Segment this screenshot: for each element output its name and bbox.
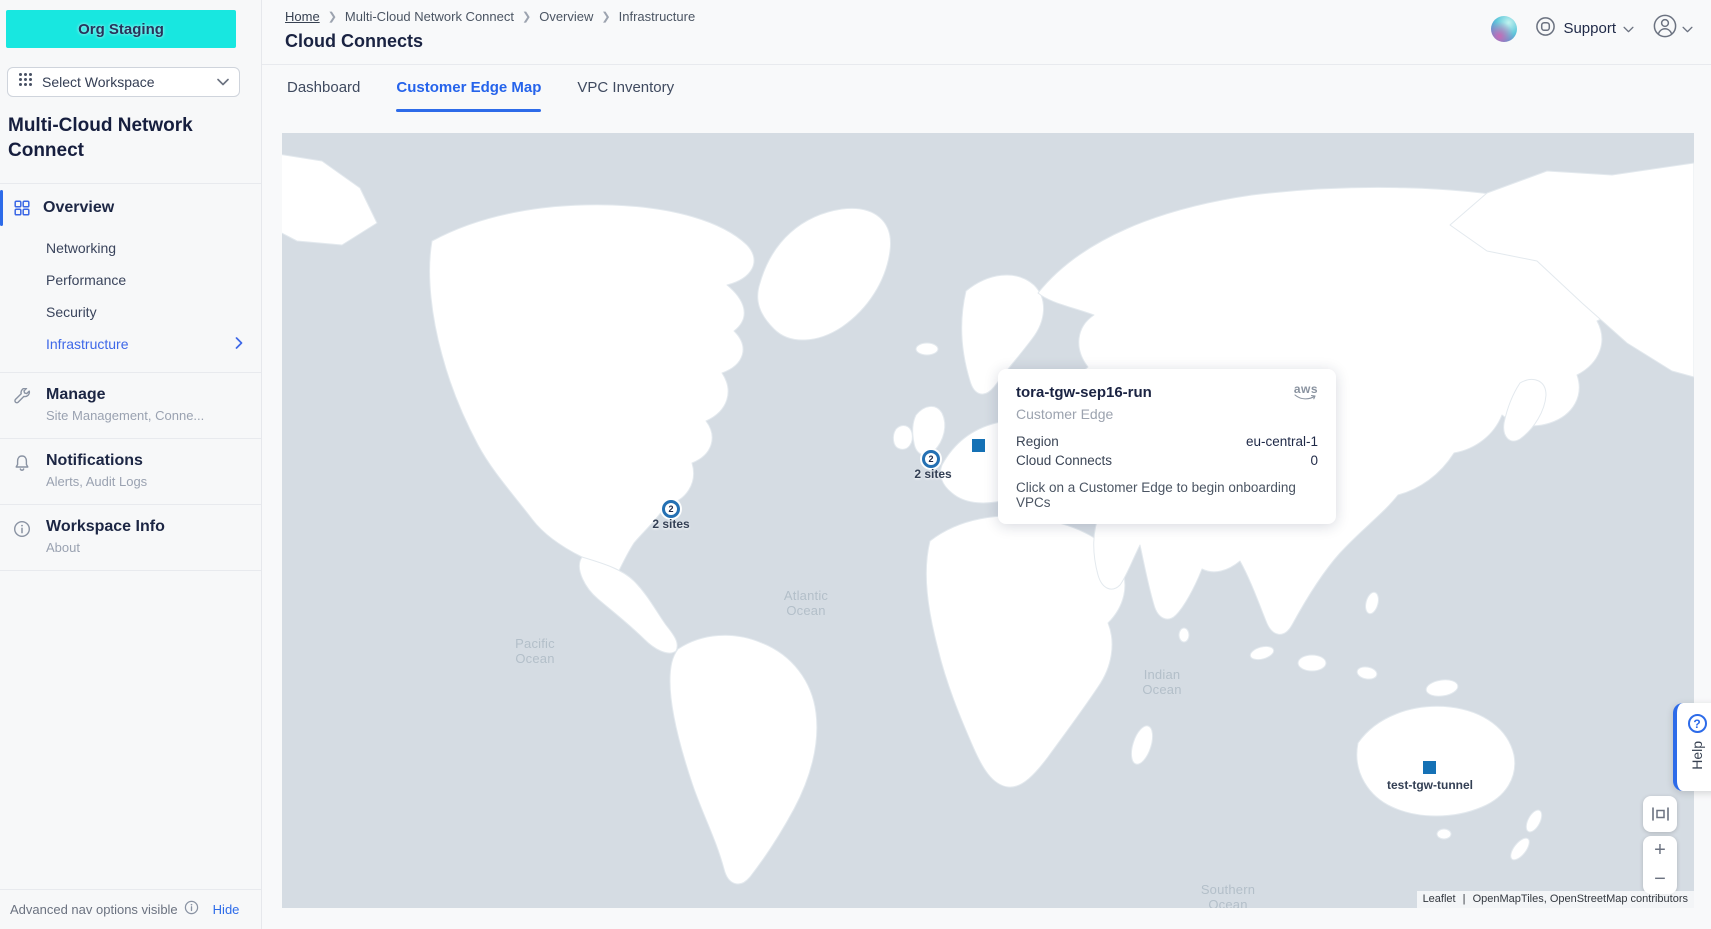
site-cluster-marker[interactable]: 2	[922, 450, 940, 468]
popup-hint-text: Click on a Customer Edge to begin onboar…	[1016, 480, 1318, 510]
site-cluster-label: 2 sites	[652, 517, 689, 531]
site-cluster-marker[interactable]: 2	[662, 500, 680, 518]
popup-row-region: Region eu-central-1	[1016, 432, 1318, 451]
tab-vpc-inventory[interactable]: VPC Inventory	[577, 79, 674, 112]
sidebar-item-networking-label: Networking	[46, 240, 116, 256]
customer-edge-marker[interactable]	[1423, 761, 1436, 774]
sidebar-item-infrastructure-label: Infrastructure	[46, 336, 128, 352]
tab-bar: Dashboard Customer Edge Map VPC Inventor…	[262, 65, 1711, 112]
main-content: Home ❯ Multi-Cloud Network Connect ❯ Ove…	[262, 0, 1711, 929]
sidebar-item-manage[interactable]: Manage Site Management, Conne...	[0, 373, 261, 438]
sidebar-item-workspace-info-label: Workspace Info	[46, 518, 243, 536]
breadcrumb-separator: ❯	[601, 10, 610, 23]
customer-edge-popup: tora-tgw-sep16-run aws Customer Edge Reg…	[998, 369, 1336, 524]
popup-row-value: eu-central-1	[1246, 432, 1318, 451]
advanced-nav-text: Advanced nav options visible	[10, 902, 178, 917]
sidebar-item-notifications-label: Notifications	[46, 452, 243, 470]
popup-row-label: Region	[1016, 432, 1059, 451]
breadcrumb-separator: ❯	[522, 10, 531, 23]
workspace-selector-label: Select Workspace	[42, 74, 208, 90]
breadcrumb-separator: ❯	[328, 10, 337, 23]
app-root: Org Staging Select Workspace Multi-Cloud…	[0, 0, 1711, 929]
ocean-label-atlantic: Atlantic Ocean	[784, 588, 828, 618]
chevron-down-icon	[217, 73, 229, 91]
breadcrumb-mcn-connect[interactable]: Multi-Cloud Network Connect	[345, 9, 514, 24]
user-icon	[1652, 13, 1678, 44]
sidebar-item-security[interactable]: Security	[0, 296, 261, 328]
active-indicator	[0, 190, 3, 226]
sidebar-item-security-label: Security	[46, 304, 97, 320]
site-cluster-label: 2 sites	[914, 467, 951, 481]
help-tab[interactable]: ? Help	[1673, 703, 1711, 791]
question-mark-icon: ?	[1688, 714, 1707, 733]
user-menu[interactable]	[1652, 13, 1693, 44]
sidebar: Org Staging Select Workspace Multi-Cloud…	[0, 0, 262, 929]
zoom-out-button[interactable]: −	[1643, 865, 1677, 894]
org-avatar[interactable]	[1491, 16, 1517, 42]
product-title: Multi-Cloud Network Connect	[8, 113, 237, 163]
chevron-down-icon	[1623, 20, 1634, 38]
hide-nav-link[interactable]: Hide	[213, 902, 240, 917]
zoom-in-button[interactable]: +	[1643, 836, 1677, 865]
breadcrumb-infrastructure[interactable]: Infrastructure	[619, 9, 696, 24]
divider	[0, 570, 261, 571]
support-label: Support	[1563, 20, 1616, 37]
support-menu[interactable]: Support	[1535, 16, 1634, 42]
sidebar-item-performance[interactable]: Performance	[0, 264, 261, 296]
aws-provider-icon: aws	[1294, 382, 1318, 401]
info-icon	[184, 900, 199, 920]
sidebar-item-overview[interactable]: Overview	[0, 184, 261, 232]
customer-edge-label: test-tgw-tunnel	[1387, 778, 1473, 792]
sidebar-item-infrastructure[interactable]: Infrastructure	[0, 328, 261, 360]
ocean-label-indian: Indian Ocean	[1142, 667, 1181, 697]
popup-subtitle: Customer Edge	[1016, 406, 1318, 422]
fit-bounds-button[interactable]	[1643, 796, 1677, 832]
overview-grid-icon	[14, 200, 30, 216]
chevron-right-icon	[235, 336, 243, 352]
sidebar-item-manage-label: Manage	[46, 386, 243, 404]
fit-bounds-icon	[1652, 807, 1669, 821]
sidebar-item-performance-label: Performance	[46, 272, 126, 288]
tab-customer-edge-map[interactable]: Customer Edge Map	[396, 79, 541, 112]
sidebar-item-notifications[interactable]: Notifications Alerts, Audit Logs	[0, 439, 261, 504]
ocean-label-pacific: Pacific Ocean	[515, 636, 555, 666]
popup-row-value: 0	[1310, 451, 1318, 470]
breadcrumb-home[interactable]: Home	[285, 9, 320, 24]
zoom-controls: + −	[1643, 836, 1677, 894]
map-attribution: Leaflet | OpenMapTiles, OpenStreetMap co…	[1417, 891, 1694, 908]
bell-icon	[13, 454, 31, 478]
sidebar-footer: Advanced nav options visible Hide	[0, 889, 261, 929]
breadcrumb-overview[interactable]: Overview	[539, 9, 593, 24]
workspace-selector[interactable]: Select Workspace	[7, 67, 240, 97]
customer-edge-marker[interactable]	[972, 439, 985, 452]
support-icon	[1535, 16, 1556, 42]
ocean-label-southern: Southern Ocean	[1201, 882, 1255, 908]
tab-dashboard[interactable]: Dashboard	[287, 79, 360, 112]
popup-row-cloud-connects: Cloud Connects 0	[1016, 451, 1318, 470]
app-grid-icon	[18, 72, 33, 92]
wrench-icon	[13, 388, 32, 412]
sidebar-item-networking[interactable]: Networking	[0, 232, 261, 264]
customer-edge-map[interactable]: Pacific Ocean Atlantic Ocean Indian Ocea…	[282, 133, 1694, 908]
page-header: Home ❯ Multi-Cloud Network Connect ❯ Ove…	[262, 0, 1711, 65]
info-icon	[13, 520, 31, 543]
popup-row-label: Cloud Connects	[1016, 451, 1112, 470]
leaflet-link[interactable]: Leaflet	[1423, 893, 1456, 905]
attribution-separator: |	[1463, 893, 1466, 905]
sidebar-item-overview-label: Overview	[43, 199, 114, 217]
overview-subnav: Networking Performance Security Infrastr…	[0, 232, 261, 372]
sidebar-item-workspace-info-sublabel: About	[46, 540, 243, 555]
sidebar-item-workspace-info[interactable]: Workspace Info About	[0, 505, 261, 570]
world-map-landmasses	[282, 133, 1694, 908]
attribution-text: OpenMapTiles, OpenStreetMap contributors	[1473, 893, 1688, 905]
popup-title: tora-tgw-sep16-run	[1016, 384, 1294, 401]
sidebar-item-notifications-sublabel: Alerts, Audit Logs	[46, 474, 243, 489]
sidebar-item-manage-sublabel: Site Management, Conne...	[46, 408, 243, 423]
chevron-down-icon	[1682, 20, 1693, 38]
header-actions: Support	[1491, 13, 1693, 44]
help-tab-label: Help	[1689, 741, 1705, 770]
org-staging-button[interactable]: Org Staging	[6, 10, 236, 48]
